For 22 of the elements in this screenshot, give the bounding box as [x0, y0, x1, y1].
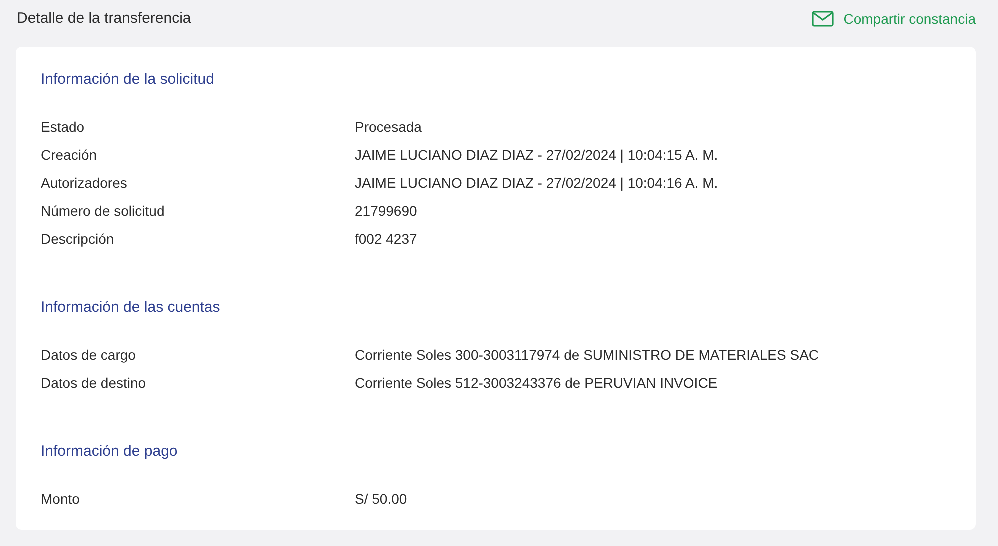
- field-label: Datos de cargo: [41, 347, 137, 363]
- field-value: Corriente Soles 300-3003117974 de SUMINISTRO DE MATERIALES SAC: [355, 347, 820, 363]
- field-label: Autorizadores: [41, 175, 128, 191]
- field-value: f002 4237: [355, 231, 418, 247]
- field-value: 21799690: [355, 203, 418, 219]
- section-title: Información de la solicitud: [41, 70, 216, 90]
- field-value: Corriente Soles 512-3003243376 de PERUVIAN INVOICE: [355, 375, 718, 391]
- field-value: Procesada: [355, 119, 422, 135]
- page-title: Detalle de la transferencia: [16, 10, 192, 27]
- field-value: JAIME LUCIANO DIAZ DIAZ - 27/02/2024 | 10:04:16 A. M.: [355, 175, 718, 191]
- field-value: S/ 50.00: [355, 491, 408, 507]
- field-label: Estado: [41, 119, 86, 135]
- section-title: Información de pago: [41, 442, 179, 462]
- field-label: Datos de destino: [41, 375, 148, 391]
- envelope-icon: [812, 10, 834, 26]
- share-link[interactable]: Compartir constancia: [812, 10, 976, 26]
- field-label: Monto: [41, 491, 81, 507]
- field-label: Número de solicitud: [41, 203, 166, 219]
- field-label: Descripción: [41, 231, 116, 247]
- field-value: JAIME LUCIANO DIAZ DIAZ - 27/02/2024 | 10:04:15 A. M.: [355, 147, 718, 163]
- section-title: Información de las cuentas: [41, 298, 222, 318]
- field-label: Creación: [41, 147, 98, 163]
